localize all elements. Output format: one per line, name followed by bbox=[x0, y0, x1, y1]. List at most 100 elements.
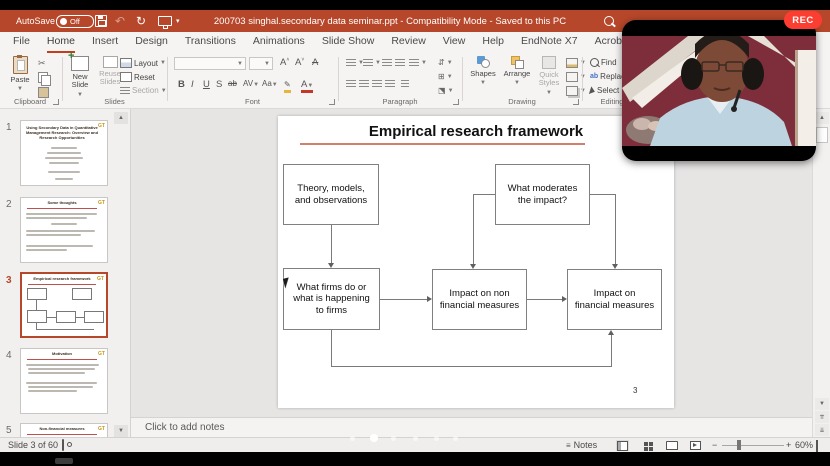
normal-view-button[interactable] bbox=[616, 440, 629, 451]
zoom-level[interactable]: 60% bbox=[795, 440, 813, 450]
tab-animations[interactable]: Animations bbox=[253, 32, 305, 53]
notes-placeholder[interactable]: Click to add notes bbox=[145, 422, 225, 433]
slide-2-thumbnail[interactable]: GT Some thoughts bbox=[20, 197, 108, 263]
tab-file[interactable]: File bbox=[13, 32, 30, 53]
previous-slide-button[interactable]: ⇈ bbox=[815, 411, 829, 423]
select-button[interactable]: Select bbox=[590, 86, 619, 95]
increase-indent-button[interactable] bbox=[395, 59, 405, 67]
undo-button[interactable]: ↶ bbox=[115, 10, 125, 32]
tab-endnote[interactable]: EndNote X7 bbox=[521, 32, 578, 53]
slide-sorter-view-button[interactable] bbox=[641, 440, 654, 451]
scroll-up-button[interactable]: ▲ bbox=[815, 112, 829, 124]
cut-button[interactable]: ✂ bbox=[38, 58, 46, 69]
tab-design[interactable]: Design bbox=[135, 32, 168, 53]
section-button[interactable]: Section ▼ bbox=[120, 86, 167, 95]
thumbnail-scroll-down-button[interactable]: ▼ bbox=[114, 425, 128, 437]
underline-button[interactable]: U bbox=[203, 79, 210, 90]
font-dialog-launcher[interactable] bbox=[329, 99, 335, 105]
arrange-button[interactable]: Arrange ▼ bbox=[502, 56, 532, 98]
video-nav-dot-active[interactable] bbox=[370, 434, 378, 442]
slide-canvas[interactable]: Empirical research framework Theory, mod… bbox=[278, 116, 674, 408]
character-spacing-button[interactable]: AV▼ bbox=[243, 79, 259, 88]
notes-toggle-button[interactable]: ≡ Notes bbox=[566, 440, 597, 450]
change-case-button[interactable]: Aa▼ bbox=[262, 79, 278, 88]
tab-view[interactable]: View bbox=[443, 32, 466, 53]
zoom-out-button[interactable]: − bbox=[712, 440, 717, 450]
video-nav-dot[interactable] bbox=[413, 436, 418, 441]
autosave-toggle[interactable]: Off bbox=[56, 10, 94, 32]
new-slide-button[interactable]: New Slide ▼ bbox=[66, 56, 94, 98]
reading-view-button[interactable] bbox=[665, 440, 678, 451]
diagram-box-moderates[interactable]: What moderates the impact? bbox=[495, 164, 590, 225]
align-text-button[interactable]: ⊞▼ bbox=[438, 72, 453, 81]
fit-slide-button[interactable] bbox=[816, 441, 818, 451]
scroll-down-button[interactable]: ▼ bbox=[815, 398, 829, 410]
slide-4-thumbnail[interactable]: GT Motivation bbox=[20, 348, 108, 414]
diagram-box-nonfinancial[interactable]: Impact on non financial measures bbox=[432, 269, 527, 330]
font-color-button[interactable]: A▼ bbox=[301, 79, 313, 93]
tab-help[interactable]: Help bbox=[482, 32, 504, 53]
numbering-button[interactable]: ▼ bbox=[363, 59, 381, 67]
slideshow-view-button[interactable] bbox=[689, 440, 702, 451]
columns-button[interactable] bbox=[401, 80, 409, 88]
save-button[interactable] bbox=[95, 10, 107, 32]
diagram-box-theory[interactable]: Theory, models, and observations bbox=[283, 164, 379, 225]
video-nav-dot[interactable] bbox=[453, 436, 458, 441]
tab-insert[interactable]: Insert bbox=[92, 32, 118, 53]
notes-pane[interactable]: Click to add notes bbox=[131, 417, 812, 437]
customize-qat-button[interactable]: ▾ bbox=[176, 10, 180, 32]
slide-3-thumbnail[interactable]: GT Empirical research framework bbox=[20, 272, 108, 338]
bold-button[interactable]: B bbox=[178, 79, 185, 90]
scrollbar-thumb[interactable] bbox=[816, 127, 828, 143]
clipboard-dialog-launcher[interactable] bbox=[53, 99, 59, 105]
next-slide-button[interactable]: ⇊ bbox=[815, 424, 829, 436]
bullets-button[interactable]: ▼ bbox=[346, 59, 364, 67]
drawing-dialog-launcher[interactable] bbox=[573, 99, 579, 105]
slide-1-thumbnail[interactable]: GT Using Secondary Data in Quantitative … bbox=[20, 120, 108, 186]
vertical-scrollbar[interactable]: ▲ ▼ ⇈ ⇊ bbox=[812, 109, 830, 438]
font-size-combo[interactable]: ▼ bbox=[249, 57, 273, 70]
line-spacing-button[interactable]: ▼ bbox=[409, 59, 427, 67]
text-shadow-button[interactable]: S bbox=[216, 79, 222, 90]
tab-review[interactable]: Review bbox=[391, 32, 425, 53]
font-name-combo[interactable]: ▼ bbox=[174, 57, 246, 70]
justify-button[interactable] bbox=[385, 80, 395, 88]
redo-button[interactable]: ↻ bbox=[136, 10, 146, 32]
slide-title[interactable]: Empirical research framework bbox=[278, 123, 674, 140]
tab-slide-show[interactable]: Slide Show bbox=[322, 32, 375, 53]
highlight-color-button[interactable]: ✎ bbox=[284, 79, 291, 93]
paste-button[interactable]: Paste ▼ bbox=[6, 56, 34, 98]
decrease-indent-button[interactable] bbox=[382, 59, 392, 67]
thumbnail-scroll-up-button[interactable]: ▲ bbox=[114, 112, 128, 124]
video-nav-dot[interactable] bbox=[350, 436, 355, 441]
grow-font-button[interactable]: A˄ bbox=[280, 57, 289, 68]
slide-5-thumbnail[interactable]: GT Non-financial measures bbox=[20, 423, 108, 437]
reset-button[interactable]: Reset bbox=[120, 72, 155, 82]
layout-button[interactable]: Layout ▼ bbox=[120, 58, 166, 68]
zoom-slider-track[interactable] bbox=[722, 445, 784, 446]
italic-button[interactable]: I bbox=[191, 79, 194, 90]
convert-smartart-button[interactable]: ⬔▼ bbox=[438, 86, 454, 95]
video-nav-dot[interactable] bbox=[391, 436, 396, 441]
strikethrough-button[interactable]: ab bbox=[228, 79, 237, 88]
align-right-button[interactable] bbox=[372, 80, 382, 88]
paragraph-dialog-launcher[interactable] bbox=[453, 99, 459, 105]
quick-styles-button[interactable]: Quick Styles ▼ bbox=[534, 56, 564, 98]
text-direction-button[interactable]: ⇵▼ bbox=[438, 58, 453, 67]
clear-formatting-button[interactable]: A bbox=[312, 57, 318, 68]
diagram-box-financial[interactable]: Impact on financial measures bbox=[567, 269, 662, 330]
accessibility-checker-icon[interactable] bbox=[62, 440, 64, 450]
align-left-button[interactable] bbox=[346, 80, 356, 88]
search-button[interactable] bbox=[604, 10, 614, 32]
shapes-button[interactable]: Shapes ▼ bbox=[468, 56, 498, 98]
find-button[interactable]: Find bbox=[590, 58, 617, 67]
tab-transitions[interactable]: Transitions bbox=[185, 32, 236, 53]
align-center-button[interactable] bbox=[359, 80, 369, 88]
zoom-in-button[interactable]: + bbox=[786, 440, 791, 450]
shrink-font-button[interactable]: A˅ bbox=[295, 57, 304, 68]
zoom-slider-thumb[interactable] bbox=[737, 440, 741, 450]
diagram-box-what-firms-do[interactable]: What firms do or what is happening to fi… bbox=[283, 268, 380, 330]
video-nav-dot[interactable] bbox=[434, 436, 439, 441]
copy-button[interactable] bbox=[38, 72, 48, 83]
start-presentation-button[interactable] bbox=[158, 10, 172, 32]
